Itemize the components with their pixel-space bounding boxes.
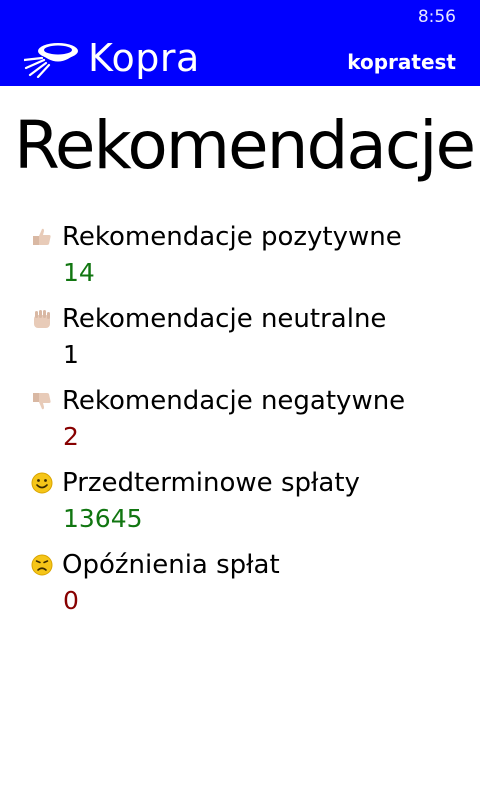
stat-late-payments: Opóźnienia spłat 0: [30, 548, 470, 615]
stat-label: Rekomendacje pozytywne: [62, 222, 402, 252]
stat-label: Opóźnienia spłat: [62, 550, 280, 580]
neutral-hand-icon: [34, 310, 50, 328]
thumbs-down-icon: [33, 393, 51, 410]
username-label[interactable]: kopratest: [347, 50, 456, 74]
kopra-logo-icon: [24, 43, 78, 78]
app-name: Kopra: [88, 36, 200, 80]
app-brand[interactable]: Kopra: [24, 36, 200, 80]
stat-early-repayments: Przedterminowe spłaty 13645: [30, 466, 470, 533]
stat-value: 14: [63, 258, 95, 287]
stat-label: Rekomendacje negatywne: [62, 386, 406, 416]
stat-negative-recommendations: Rekomendacje negatywne 2: [30, 384, 470, 451]
stat-value: 1: [63, 340, 79, 369]
stat-value: 13645: [63, 504, 143, 533]
smiley-icon: [31, 472, 53, 494]
status-time: 8:56: [417, 7, 456, 27]
page-title: Rekomendacje Fi: [14, 107, 480, 184]
stat-label: Rekomendacje neutralne: [62, 304, 387, 334]
stat-positive-recommendations: Rekomendacje pozytywne 14: [30, 220, 470, 287]
stat-label: Przedterminowe spłaty: [62, 468, 360, 498]
app-header: 8:56 Kopra kopratest: [0, 0, 480, 86]
thumbs-up-icon: [33, 228, 51, 245]
sad-face-icon: [31, 554, 53, 576]
stat-neutral-recommendations: Rekomendacje neutralne 1: [30, 302, 470, 369]
stat-value: 2: [63, 422, 79, 451]
stat-value: 0: [63, 586, 79, 615]
